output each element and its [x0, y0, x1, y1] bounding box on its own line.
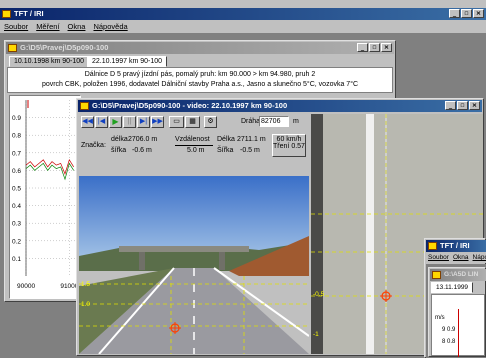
data-window-title: G:\D5\Pravej\D5p090-100: [20, 43, 109, 52]
video-window-titlebar: G:\D5\Pravej\D5p090-100 - video: 22.10.1…: [78, 100, 482, 112]
data-window-close-button[interactable]: ×: [381, 43, 392, 52]
menu-napoveda[interactable]: Nápověda: [93, 21, 127, 32]
series-line-1: [25, 158, 74, 175]
second-tab[interactable]: 13.11.1999: [431, 282, 474, 293]
menu-okna[interactable]: Okna: [68, 21, 86, 32]
draha-input[interactable]: 82706: [259, 116, 289, 127]
second-unit-label: m/s: [435, 315, 445, 321]
video-window-close-button[interactable]: ×: [469, 101, 480, 110]
delka2-value: 2711.1 m: [237, 136, 266, 143]
delka-label: délka: [111, 136, 128, 143]
second-child-icon: [432, 271, 441, 279]
scale-label-3: -0.5: [313, 291, 325, 298]
control-panel: ◀◀ |◀ ▶ || ▶| ▶▶ ▭ ▦ ⚙ Dráha 82706 m Zna…: [79, 114, 309, 174]
znacka-label: Značka:: [81, 142, 106, 149]
second-app-menubar: Soubor Okna Nápo: [426, 252, 486, 263]
y-tick-label-7: 0.2: [12, 238, 21, 245]
minimize-button[interactable]: _: [449, 9, 460, 18]
video-window: G:\D5\Pravej\D5p090-100 - video: 22.10.1…: [76, 98, 484, 356]
draha-unit: m: [293, 118, 299, 125]
window-icon: [8, 44, 17, 52]
sirka-label: šířka: [111, 147, 127, 154]
sirka2-value: -0.5 m: [240, 147, 260, 154]
draha-label: Dráha: [241, 118, 261, 125]
speed-value: 60 km/h: [276, 136, 302, 143]
vzdalenost-value: 5.0 m: [187, 147, 205, 154]
second-row-2: 8 0.8: [442, 339, 456, 345]
data-window-minimize-button[interactable]: _: [357, 43, 368, 52]
close-button[interactable]: ×: [473, 9, 484, 18]
menu-mereni[interactable]: Měření: [36, 21, 59, 32]
pause-icon[interactable]: ||: [123, 116, 136, 128]
x-tick-label-0: 90000: [17, 283, 35, 290]
camera-icon[interactable]: ▭: [169, 116, 184, 128]
info-line-1: Dálnice D 5 pravý jízdní pás, pomalý pru…: [84, 71, 316, 78]
info-panel: Dálnice D 5 pravý jízdní pás, pomalý pru…: [7, 67, 393, 93]
second-child-title: G:\A5D LIN: [444, 271, 479, 278]
road-video-frame: [79, 176, 309, 354]
second-menu-napoveda[interactable]: Nápo: [473, 252, 486, 263]
app-menubar: Soubor Měření Okna Nápověda: [0, 21, 486, 32]
y-tick-label-6: 0.3: [12, 221, 21, 228]
menu-soubor[interactable]: Soubor: [4, 21, 28, 32]
second-child-titlebar: G:\A5D LIN: [430, 269, 486, 281]
second-menu-okna[interactable]: Okna: [453, 252, 469, 263]
y-tick-label-8: 0.1: [12, 256, 21, 263]
info-line-2: povrch CBK, položen 1996, dodavatel Dáln…: [41, 81, 359, 88]
second-app-titlebar: TFT / IRI: [426, 240, 486, 252]
y-tick-label-2: 0.7: [12, 150, 21, 157]
distance-arrow: [175, 145, 213, 146]
video-window-icon: [80, 102, 89, 110]
second-menu-soubor[interactable]: Soubor: [428, 252, 449, 263]
second-row-1: 9 0.9: [442, 327, 456, 333]
sirka2-label: Šířka: [217, 147, 234, 154]
scale-label-1: 1.5: [81, 281, 91, 288]
second-app-title: TFT / IRI: [440, 241, 470, 250]
delka2-label: Délka: [217, 136, 235, 143]
rewind-icon[interactable]: ◀◀: [81, 116, 94, 128]
video-window-minimize-button[interactable]: _: [445, 101, 456, 110]
series-line-0: [25, 162, 74, 181]
tab-1998[interactable]: 10.10.1998 km 90-100: [9, 56, 90, 67]
y-tick-label-0: 0.9: [12, 115, 21, 122]
playback-toolbar: ◀◀ |◀ ▶ || ▶| ▶▶ ▭ ▦ ⚙: [81, 116, 217, 128]
tab-1997[interactable]: 22.10.1997 km 90-100: [87, 56, 168, 67]
second-axis-marker: [458, 309, 459, 357]
app-titlebar: TFT / IRI _ ▫ ×: [0, 8, 486, 20]
skip-forward-icon[interactable]: ▶|: [137, 116, 150, 128]
second-app-window: TFT / IRI Soubor Okna Nápo G:\A5D LIN 13…: [424, 238, 486, 358]
chart-panel: 0.9 0.8 0.7 0.6 0.5 0.4 0.3 0.2 0.1 90000 91000: [9, 95, 81, 299]
treni-label: Tření: [273, 143, 290, 150]
vehicle-icon[interactable]: ▦: [185, 116, 200, 128]
skip-back-icon[interactable]: |◀: [95, 116, 108, 128]
fast-forward-icon[interactable]: ▶▶: [151, 116, 164, 128]
friction-chart: 0.90.80.70.60.50.40.30.20.190000 91000: [12, 100, 80, 290]
maximize-button[interactable]: ▫: [461, 9, 472, 18]
second-app-icon: [428, 242, 437, 250]
data-window-titlebar: G:\D5\Pravej\D5p090-100 _ ▫ ×: [6, 42, 394, 54]
scale-label-2: 1.0: [81, 301, 91, 308]
app-icon: [2, 10, 11, 18]
vzdalenost-label: Vzdálenost: [175, 136, 210, 143]
treni-value: 0.57: [291, 143, 305, 150]
y-tick-label-5: 0.4: [12, 203, 21, 210]
app-title: TFT / IRI: [14, 9, 44, 18]
sirka-value: -0.6 m: [132, 147, 152, 154]
second-child-window: G:\A5D LIN 13.11.1999 m/s 9 0.9 8 0.8: [428, 267, 486, 357]
scale-label-4: -1: [313, 331, 319, 338]
play-icon[interactable]: ▶: [109, 116, 122, 128]
settings-icon[interactable]: ⚙: [204, 116, 217, 128]
y-tick-label-1: 0.8: [12, 133, 21, 140]
second-chart-panel: m/s 9 0.9 8 0.8: [431, 294, 485, 357]
speed-box: 60 km/h Tření 0.57: [272, 134, 306, 157]
y-tick-label-3: 0.6: [12, 168, 21, 175]
y-tick-label-4: 0.5: [12, 186, 21, 193]
video-window-title: G:\D5\Pravej\D5p090-100 - video: 22.10.1…: [92, 101, 288, 110]
data-window-maximize-button[interactable]: ▫: [369, 43, 380, 52]
video-window-maximize-button[interactable]: ▫: [457, 101, 468, 110]
delka-value: 2706.0 m: [128, 136, 158, 143]
